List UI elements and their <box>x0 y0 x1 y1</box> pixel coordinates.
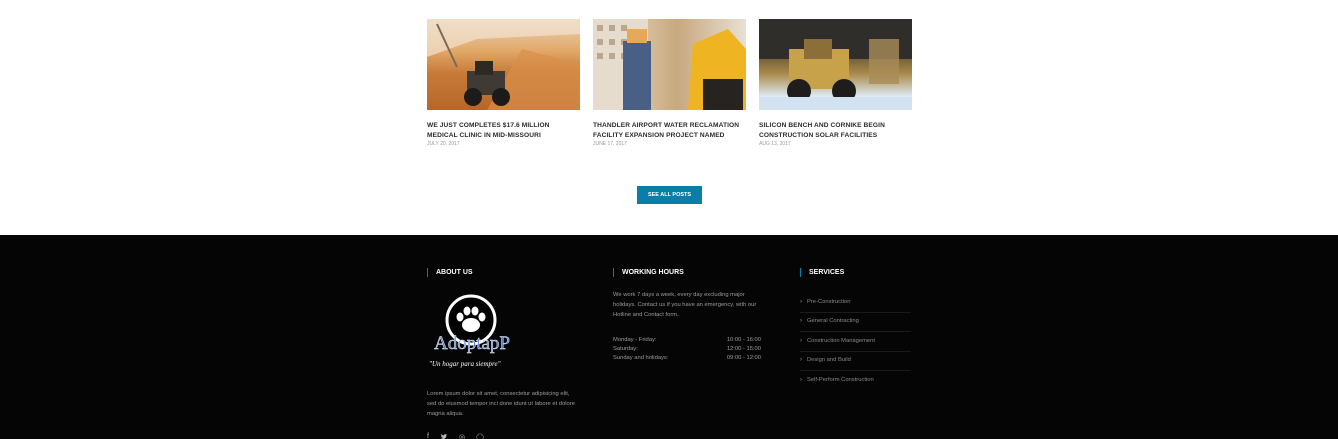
hours-time: 09:00 - 12:00 <box>726 355 761 361</box>
post-title[interactable]: WE JUST COMPLETES $17.6 MILLION MEDICAL … <box>427 121 580 141</box>
post-card: SILICON BENCH AND CORNIKE BEGIN CONSTRUC… <box>759 19 912 147</box>
service-link[interactable]: › General Contracting <box>800 313 911 332</box>
hours-row: Monday - Friday: 10:00 - 16:00 <box>613 336 761 345</box>
post-thumbnail[interactable] <box>593 19 746 110</box>
chevron-right-icon: › <box>800 337 802 344</box>
hours-table: Monday - Friday: 10:00 - 16:00 Saturday:… <box>613 336 761 363</box>
twitter-icon[interactable] <box>440 433 448 439</box>
hours-row: Sunday and holidays: 09:00 - 12:00 <box>613 354 761 363</box>
footer-about-text: Lorem ipsum dolor sit amet, consectetur … <box>427 391 575 417</box>
hours-row: Saturday: 12:00 - 15:00 <box>613 345 761 354</box>
footer-hours-column: WORKING HOURS We work 7 days a week, eve… <box>613 268 773 361</box>
footer-services-column: SERVICES › Pre-Construction › General Cont… <box>800 268 920 383</box>
see-all-posts-button[interactable]: SEE ALL POSTS <box>637 186 702 204</box>
post-date: JULY 20, 2017 <box>427 141 460 147</box>
hours-time: 10:00 - 16:00 <box>726 337 761 343</box>
service-label: General Contracting <box>807 318 859 325</box>
github-icon[interactable]: ◯ <box>476 433 484 439</box>
site-footer: ABOUT US AdoptapP "Un hogar para siempre… <box>0 235 1338 439</box>
post-date: AUG 13, 2017 <box>759 141 791 147</box>
facebook-icon[interactable]: f <box>427 433 429 439</box>
chevron-right-icon: › <box>800 298 802 305</box>
post-thumbnail[interactable] <box>759 19 912 110</box>
footer-heading-hours: WORKING HOURS <box>613 268 773 277</box>
hours-day: Saturday: <box>613 346 638 352</box>
post-card: WE JUST COMPLETES $17.6 MILLION MEDICAL … <box>427 19 580 147</box>
post-image <box>427 19 580 110</box>
hours-time: 12:00 - 15:00 <box>726 346 761 352</box>
service-link[interactable]: › Self-Perform Construction <box>800 371 911 391</box>
footer-about-column: ABOUT US AdoptapP "Un hogar para siempre… <box>427 268 587 439</box>
service-label: Self-Perform Construction <box>807 377 874 384</box>
post-card: THANDLER AIRPORT WATER RECLAMATION FACIL… <box>593 19 746 147</box>
chevron-right-icon: › <box>800 357 802 364</box>
service-link[interactable]: › Pre-Construction <box>800 293 911 313</box>
footer-heading-services: SERVICES <box>800 268 920 277</box>
service-label: Design and Build <box>807 357 851 364</box>
service-link[interactable]: › Construction Management <box>800 332 911 352</box>
service-label: Construction Management <box>807 337 875 344</box>
recent-posts-section: WE JUST COMPLETES $17.6 MILLION MEDICAL … <box>0 0 1338 235</box>
hours-day: Sunday and holidays: <box>613 355 669 361</box>
post-date: JUNE 17, 2017 <box>593 141 627 147</box>
social-links: f ◎ ◯ <box>427 433 484 439</box>
chevron-right-icon: › <box>800 318 802 325</box>
hours-day: Monday - Friday: <box>613 337 657 343</box>
footer-heading-about: ABOUT US <box>427 268 587 277</box>
post-title[interactable]: THANDLER AIRPORT WATER RECLAMATION FACIL… <box>593 121 746 141</box>
chevron-right-icon: › <box>800 377 802 384</box>
instagram-icon[interactable]: ◎ <box>459 433 465 439</box>
paw-logo-icon: AdoptapP "Un hogar para siempre" <box>429 294 510 368</box>
post-thumbnail[interactable] <box>427 19 580 110</box>
services-list: › Pre-Construction › General Contracting ›… <box>800 293 911 391</box>
logo-wordmark: AdoptapP <box>434 333 510 354</box>
adoptapp-logo[interactable]: AdoptapP "Un hogar para siempre" <box>427 292 517 372</box>
logo-tagline: "Un hogar para siempre" <box>429 360 501 368</box>
post-image <box>593 19 746 110</box>
service-link[interactable]: › Design and Build <box>800 352 911 371</box>
footer-hours-text: We work 7 days a week, every day excludi… <box>613 292 757 318</box>
post-image <box>759 19 912 110</box>
post-title[interactable]: SILICON BENCH AND CORNIKE BEGIN CONSTRUC… <box>759 121 912 141</box>
service-label: Pre-Construction <box>807 298 851 305</box>
